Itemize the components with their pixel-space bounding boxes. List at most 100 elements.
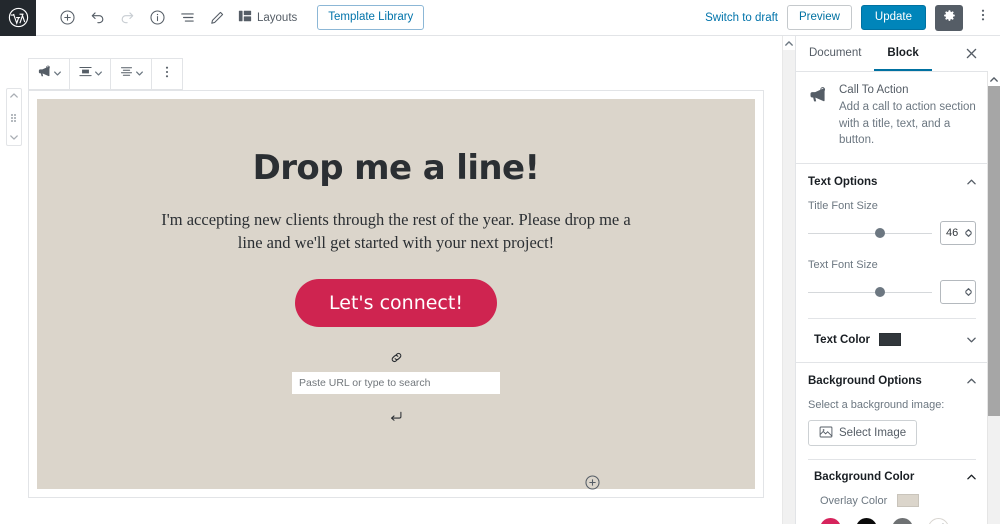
- text-options-panel-header[interactable]: Text Options: [796, 164, 988, 200]
- scroll-up-arrow-icon[interactable]: [783, 36, 795, 50]
- color-swatch-transparent[interactable]: [928, 518, 949, 524]
- preview-button[interactable]: Preview: [787, 5, 852, 30]
- title-font-size-label: Title Font Size: [808, 200, 878, 213]
- image-placeholder-icon: [819, 425, 833, 442]
- overlay-color-swatch[interactable]: [897, 494, 920, 508]
- cta-body-text[interactable]: I'm accepting new clients through the re…: [157, 208, 635, 255]
- content-info-button[interactable]: [142, 3, 172, 33]
- call-to-action-block[interactable]: Drop me a line! I'm accepting new client…: [28, 90, 764, 498]
- change-text-alignment-button[interactable]: [114, 61, 148, 87]
- block-type-button[interactable]: [32, 61, 66, 87]
- block-mover-controls: [6, 88, 22, 146]
- align-center-icon: [78, 64, 93, 84]
- title-font-size-control: 46: [808, 221, 976, 246]
- text-options-panel-body: Title Font Size 46 Text Font Size Text C…: [796, 200, 988, 362]
- overlay-color-label: Overlay Color: [820, 494, 888, 507]
- title-font-size-input[interactable]: 46: [940, 221, 976, 246]
- add-block-button[interactable]: [52, 3, 82, 33]
- layouts-button[interactable]: Layouts: [232, 3, 303, 33]
- slider-thumb[interactable]: [874, 228, 885, 239]
- tab-document[interactable]: Document: [796, 36, 874, 71]
- select-image-button[interactable]: Select Image: [808, 420, 918, 447]
- close-sidebar-button[interactable]: [954, 36, 988, 71]
- top-toolbar-left-group: Layouts Template Library: [36, 0, 425, 36]
- megaphone-icon: [808, 84, 830, 149]
- block-card-title: Call To Action: [839, 84, 909, 96]
- editor-canvas-region: Drop me a line! I'm accepting new client…: [0, 36, 795, 524]
- block-type-group: [29, 59, 70, 89]
- more-options-button[interactable]: [972, 4, 994, 32]
- background-options-panel: Background Options Select a background i…: [796, 363, 988, 524]
- editor-scrollbar[interactable]: [782, 36, 795, 524]
- block-align-group: [70, 59, 111, 89]
- move-block-down-button[interactable]: [10, 134, 18, 142]
- chevron-down-icon: [54, 70, 61, 78]
- text-align-center-icon: [119, 64, 134, 84]
- top-toolbar: Layouts Template Library Switch to draft…: [0, 0, 1000, 36]
- color-swatch-gray[interactable]: [892, 518, 913, 524]
- divider: [808, 318, 976, 320]
- text-options-title: Text Options: [808, 176, 878, 189]
- background-options-panel-body: Select a background image: Select Image …: [796, 399, 988, 524]
- wordpress-logo-icon[interactable]: [0, 0, 36, 36]
- text-font-size-slider[interactable]: [808, 285, 932, 299]
- select-image-label: Select Image: [839, 427, 907, 440]
- color-swatch-crimson[interactable]: [820, 518, 841, 524]
- change-alignment-button[interactable]: [73, 61, 107, 87]
- block-toolbar: [28, 58, 183, 90]
- slider-track: [808, 291, 932, 293]
- chevron-up-icon: [967, 177, 976, 187]
- number-stepper-icon[interactable]: [965, 288, 972, 296]
- slider-track: [808, 232, 932, 234]
- settings-sidebar: Document Block Call To Action Add a call…: [795, 36, 1000, 524]
- kebab-menu-icon: [976, 8, 990, 27]
- block-card-description: Add a call to action section with a titl…: [839, 101, 976, 147]
- gear-icon: [942, 8, 957, 28]
- vertical-ellipsis-icon: [160, 65, 174, 84]
- text-color-label: Text Color: [814, 333, 871, 346]
- background-color-title: Background Color: [814, 471, 915, 484]
- scrollbar-thumb[interactable]: [988, 86, 1000, 416]
- chevron-up-icon: [967, 376, 976, 386]
- cta-title[interactable]: Drop me a line!: [253, 151, 540, 185]
- undo-button[interactable]: [82, 3, 112, 33]
- scroll-up-arrow-icon[interactable]: [988, 72, 1000, 86]
- switch-to-draft-link[interactable]: Switch to draft: [705, 12, 778, 24]
- text-font-size-input[interactable]: [940, 280, 976, 305]
- layouts-grid-icon: [238, 9, 252, 26]
- background-color-swatches: [808, 518, 976, 524]
- redo-button[interactable]: [112, 3, 142, 33]
- update-button[interactable]: Update: [860, 5, 926, 30]
- color-swatch-black[interactable]: [856, 518, 877, 524]
- background-color-panel-header[interactable]: Background Color: [808, 460, 976, 492]
- settings-sidebar-content: Document Block Call To Action Add a call…: [796, 36, 988, 524]
- edit-pencil-button[interactable]: [202, 3, 232, 33]
- text-font-size-label: Text Font Size: [808, 259, 878, 272]
- chevron-down-icon: [136, 70, 143, 78]
- background-options-panel-header[interactable]: Background Options: [796, 363, 988, 399]
- title-font-size-slider[interactable]: [808, 226, 932, 240]
- title-font-size-value: 46: [946, 227, 959, 240]
- slider-thumb[interactable]: [874, 287, 885, 298]
- block-navigation-button[interactable]: [172, 3, 202, 33]
- chevron-down-icon: [967, 335, 976, 345]
- template-library-button[interactable]: Template Library: [317, 5, 425, 30]
- link-chain-icon: [389, 350, 404, 365]
- cta-action-button[interactable]: Let's connect!: [295, 278, 497, 327]
- drag-handle-icon[interactable]: [10, 113, 18, 122]
- tab-block[interactable]: Block: [874, 36, 932, 71]
- enter-return-icon[interactable]: [389, 410, 403, 425]
- block-info-card: Call To Action Add a call to action sect…: [796, 72, 988, 165]
- select-background-image-label: Select a background image:: [808, 399, 945, 412]
- text-options-panel: Text Options Title Font Size 46 Text Fon…: [796, 164, 988, 364]
- number-stepper-icon[interactable]: [965, 229, 972, 237]
- url-input[interactable]: [292, 371, 500, 394]
- sidebar-scrollbar[interactable]: [987, 72, 1000, 524]
- settings-gear-button[interactable]: [935, 4, 963, 31]
- megaphone-icon: [37, 64, 52, 84]
- block-more-options-button[interactable]: [155, 61, 179, 87]
- text-color-row[interactable]: Text Color: [808, 331, 976, 350]
- move-block-up-button[interactable]: [10, 92, 18, 100]
- append-block-inserter[interactable]: [582, 472, 602, 492]
- text-color-swatch[interactable]: [879, 333, 902, 347]
